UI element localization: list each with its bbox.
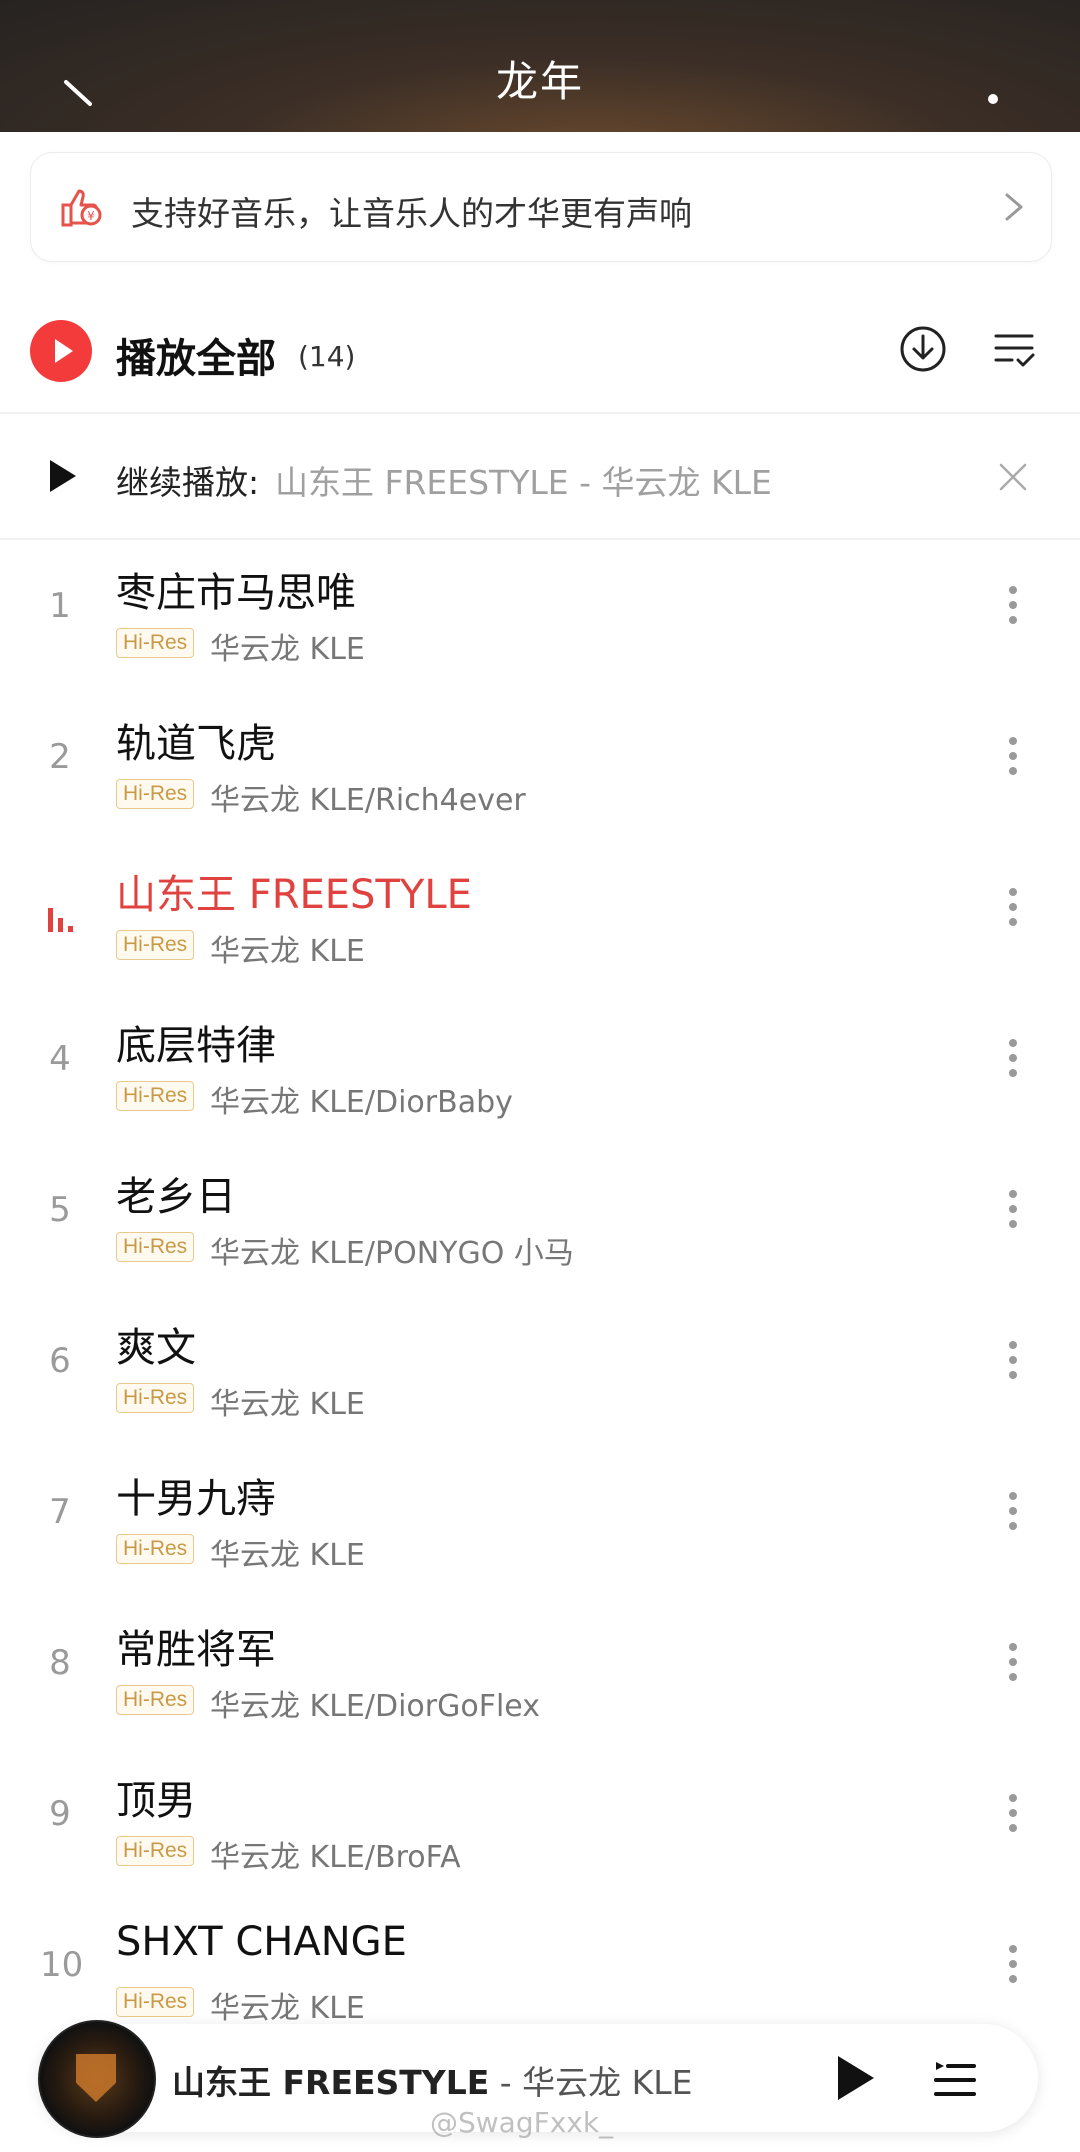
more-options-icon[interactable] bbox=[1008, 737, 1018, 787]
svg-text:¥: ¥ bbox=[87, 209, 95, 223]
track-row-now-playing[interactable]: 山东王 FREESTYLE Hi-Res 华云龙 KLE bbox=[0, 842, 1080, 992]
play-all-row: 播放全部 (14) bbox=[0, 300, 1080, 410]
track-artist: 华云龙 KLE/PONYGO 小马 bbox=[210, 1236, 574, 1271]
more-options-icon[interactable] bbox=[1008, 1643, 1018, 1693]
more-options-icon[interactable] bbox=[1008, 1039, 1018, 1089]
more-options-icon[interactable] bbox=[1008, 888, 1018, 938]
more-options-icon[interactable] bbox=[1008, 1492, 1018, 1542]
now-playing-bars-icon bbox=[48, 908, 73, 932]
track-artist: 华云龙 KLE/DiorBaby bbox=[210, 1085, 513, 1120]
mini-player-artist: - 华云龙 KLE bbox=[489, 2063, 693, 2102]
track-title: 常胜将军 bbox=[116, 1627, 276, 1673]
track-number: 1 bbox=[49, 586, 71, 626]
hires-badge: Hi-Res bbox=[116, 1987, 195, 2017]
hires-badge: Hi-Res bbox=[116, 1383, 195, 1413]
track-artist: 华云龙 KLE bbox=[210, 1387, 365, 1422]
track-count: (14) bbox=[298, 340, 356, 373]
track-title: 山东王 FREESTYLE bbox=[116, 872, 472, 918]
track-title: 十男九痔 bbox=[116, 1476, 276, 1522]
hires-badge: Hi-Res bbox=[116, 1081, 195, 1111]
hires-badge: Hi-Res bbox=[116, 1534, 195, 1564]
thumbs-up-coin-icon: ¥ bbox=[61, 189, 102, 227]
track-artist: 华云龙 KLE bbox=[210, 1538, 365, 1573]
hires-badge: Hi-Res bbox=[116, 628, 195, 658]
track-number: 2 bbox=[49, 737, 71, 777]
chevron-right-icon bbox=[1005, 193, 1023, 221]
watermark: @SwagFxxk_ bbox=[430, 2106, 614, 2139]
track-artist: 华云龙 KLE/DiorGoFlex bbox=[210, 1689, 540, 1724]
track-number: 8 bbox=[49, 1643, 71, 1683]
track-row[interactable]: 9 顶男 Hi-Res 华云龙 KLE/BroFA bbox=[0, 1748, 1080, 1898]
playlist-icon[interactable] bbox=[932, 2056, 978, 2102]
track-number: 9 bbox=[49, 1794, 71, 1834]
play-button[interactable] bbox=[838, 2056, 874, 2100]
top-bar: 龙年 bbox=[0, 0, 1080, 132]
mini-player-song: 山东王 FREESTYLE - 华云龙 KLE bbox=[172, 2056, 693, 2104]
download-icon[interactable] bbox=[898, 324, 948, 374]
more-options-icon[interactable] bbox=[1008, 1341, 1018, 1391]
hires-badge: Hi-Res bbox=[116, 779, 195, 809]
track-row[interactable]: 4 底层特律 Hi-Res 华云龙 KLE/DiorBaby bbox=[0, 993, 1080, 1143]
more-options-icon[interactable] bbox=[1008, 1190, 1018, 1240]
support-banner-text: 支持好音乐，让音乐人的才华更有声响 bbox=[131, 194, 692, 233]
hires-badge: Hi-Res bbox=[116, 930, 195, 960]
play-icon bbox=[50, 460, 76, 492]
track-number: 4 bbox=[49, 1039, 71, 1079]
track-title: 爽文 bbox=[116, 1325, 196, 1371]
album-cover[interactable] bbox=[38, 2020, 156, 2138]
play-all-label[interactable]: 播放全部 bbox=[116, 326, 276, 384]
continue-song: 山东王 FREESTYLE - 华云龙 KLE bbox=[275, 463, 772, 502]
multi-select-icon[interactable] bbox=[992, 328, 1036, 372]
continue-playing-row[interactable]: 继续播放: 山东王 FREESTYLE - 华云龙 KLE bbox=[0, 414, 1080, 538]
track-number: 5 bbox=[49, 1190, 71, 1230]
more-options-icon[interactable] bbox=[1008, 586, 1018, 636]
track-row[interactable]: 2 轨道飞虎 Hi-Res 华云龙 KLE/Rich4ever bbox=[0, 691, 1080, 841]
more-options-icon[interactable] bbox=[1008, 1794, 1018, 1844]
hires-badge: Hi-Res bbox=[116, 1685, 195, 1715]
play-all-button[interactable] bbox=[30, 320, 92, 382]
track-number: 6 bbox=[49, 1341, 71, 1381]
page-title: 龙年 bbox=[495, 57, 584, 106]
track-title: 轨道飞虎 bbox=[116, 721, 276, 767]
track-title: SHXT CHANGE bbox=[116, 1919, 407, 1965]
track-title: 老乡日 bbox=[116, 1174, 236, 1220]
track-row[interactable]: 6 爽文 Hi-Res 华云龙 KLE bbox=[0, 1295, 1080, 1445]
more-options-icon[interactable] bbox=[1008, 1945, 1018, 1995]
more-icon[interactable] bbox=[988, 94, 998, 104]
track-artist: 华云龙 KLE/Rich4ever bbox=[210, 783, 526, 818]
track-title: 顶男 bbox=[116, 1778, 196, 1824]
track-row[interactable]: 8 常胜将军 Hi-Res 华云龙 KLE/DiorGoFlex bbox=[0, 1597, 1080, 1747]
continue-label: 继续播放: bbox=[116, 463, 260, 502]
track-artist: 华云龙 KLE bbox=[210, 934, 365, 969]
track-title: 枣庄市马思唯 bbox=[116, 570, 356, 616]
track-row[interactable]: 1 枣庄市马思唯 Hi-Res 华云龙 KLE bbox=[0, 540, 1080, 690]
track-artist: 华云龙 KLE/BroFA bbox=[210, 1840, 461, 1875]
track-number: 7 bbox=[49, 1492, 71, 1532]
track-artist: 华云龙 KLE bbox=[210, 1991, 365, 2026]
hires-badge: Hi-Res bbox=[116, 1232, 195, 1262]
support-banner[interactable]: ¥ 支持好音乐，让音乐人的才华更有声响 bbox=[30, 152, 1052, 262]
hires-badge: Hi-Res bbox=[116, 1836, 195, 1866]
track-artist: 华云龙 KLE bbox=[210, 632, 365, 667]
track-number: 10 bbox=[40, 1945, 84, 1985]
track-row[interactable]: 5 老乡日 Hi-Res 华云龙 KLE/PONYGO 小马 bbox=[0, 1144, 1080, 1294]
mini-player-title: 山东王 FREESTYLE bbox=[172, 2063, 490, 2102]
track-row[interactable]: 7 十男九痔 Hi-Res 华云龙 KLE bbox=[0, 1446, 1080, 1596]
close-icon[interactable] bbox=[998, 462, 1028, 492]
track-title: 底层特律 bbox=[116, 1023, 276, 1069]
